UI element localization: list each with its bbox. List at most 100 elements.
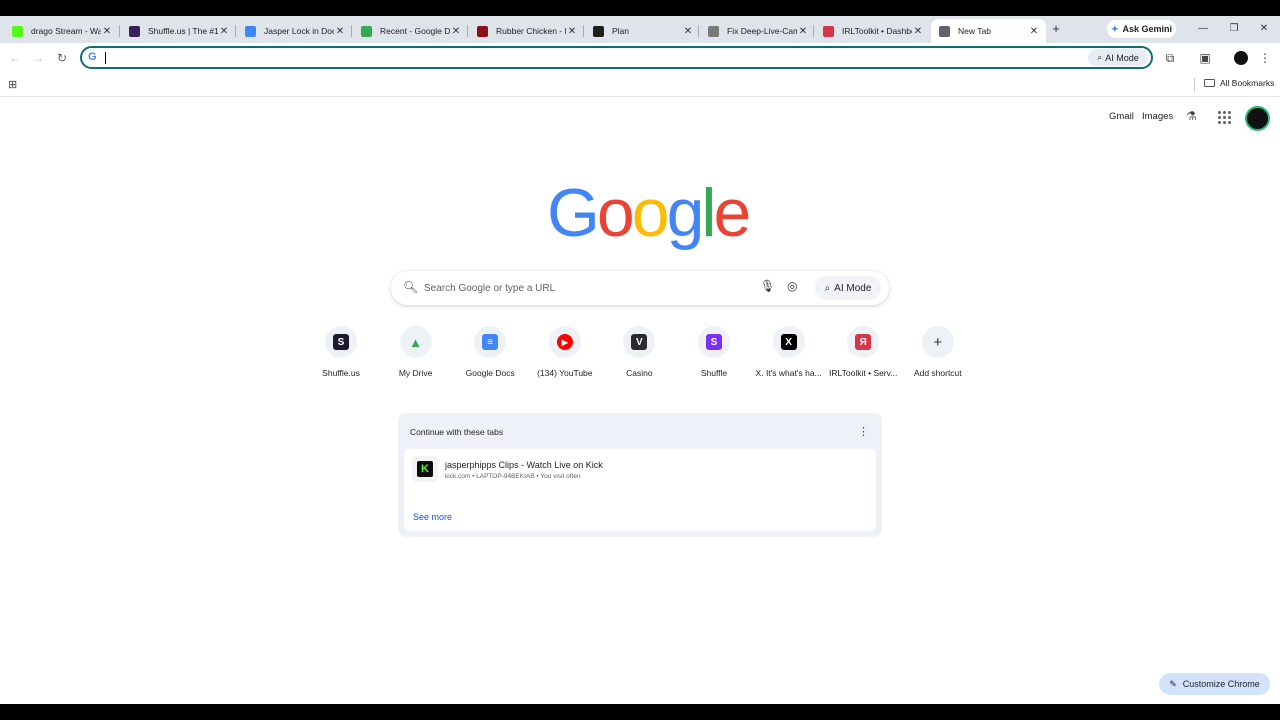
tab[interactable]: Fix Deep-Live-Cam ✕	[700, 19, 815, 43]
gmail-link[interactable]: Gmail	[1109, 111, 1134, 122]
omnibox-input[interactable]	[104, 50, 1084, 65]
tab-close-icon[interactable]: ✕	[797, 26, 809, 37]
tab-separator	[351, 25, 352, 37]
continue-tabs-list: K jasperphipps Clips - Watch Live on Kic…	[404, 449, 876, 531]
shortcut-label: IRLToolkit • Serv...	[829, 368, 898, 378]
more-options-icon[interactable]: ⋮	[858, 425, 869, 438]
tab[interactable]: IRLToolkit • Dashbo ✕	[815, 19, 930, 43]
tab-title: Jasper Lock in Doc	[264, 26, 334, 36]
kick-favicon: K	[412, 456, 438, 482]
new-tab-button[interactable]: +	[1048, 21, 1064, 37]
omnibox-ai-mode-button[interactable]: ⌕ AI Mode	[1088, 49, 1148, 66]
tab-separator	[698, 25, 699, 37]
plus-icon: +	[933, 333, 943, 351]
shortcut-tile[interactable]: S Shuffle.us	[304, 326, 378, 378]
shortcut-tile[interactable]: Я IRLToolkit • Serv...	[826, 326, 900, 378]
shortcut-tile[interactable]: V Casino	[602, 326, 676, 378]
tab[interactable]: Jasper Lock in Doc ✕	[237, 19, 352, 43]
back-button[interactable]: ←	[7, 50, 23, 66]
casino-icon: V	[631, 334, 648, 350]
tab-close-icon[interactable]: ✕	[566, 26, 578, 37]
restore-button[interactable]: ❐	[1226, 21, 1242, 37]
tab[interactable]: Plan ✕	[585, 19, 700, 43]
tab-strip: + ✦ Ask Gemini — ❐ ✕ drago Stream - Wa ✕ S…	[0, 16, 1280, 43]
apps-shortcut-icon[interactable]: ⊞	[8, 78, 17, 91]
shortcut-icon-circle: +	[921, 326, 954, 358]
google-apps-icon[interactable]	[1218, 111, 1231, 124]
forward-button[interactable]: →	[30, 50, 46, 66]
logo-letter: G	[547, 175, 600, 251]
bookmarks-divider	[1194, 78, 1195, 92]
kick-icon	[12, 25, 23, 37]
see-more-link[interactable]: See more	[413, 512, 452, 522]
logo-letter: o	[596, 175, 635, 251]
docs-icon	[245, 25, 256, 37]
tab[interactable]: Recent - Google Dr ✕	[353, 19, 468, 43]
shuffle-icon	[129, 25, 140, 37]
search-input[interactable]	[424, 280, 724, 296]
logo-letter: g	[666, 175, 705, 251]
lens-camera-icon[interactable]: ◎	[787, 279, 797, 293]
tab-title: Fix Deep-Live-Cam	[727, 26, 797, 36]
all-bookmarks-button[interactable]: All Bookmarks	[1204, 78, 1274, 88]
drive-icon	[361, 25, 372, 37]
extensions-icon[interactable]: ⧉	[1162, 50, 1178, 66]
chicken-icon	[477, 25, 488, 37]
text-caret	[105, 52, 106, 64]
search-icon: 🔍︎	[403, 280, 419, 294]
customize-chrome-button[interactable]: ✎ Customize Chrome	[1159, 673, 1270, 695]
tab-close-icon[interactable]: ✕	[101, 26, 113, 37]
search-box[interactable]: 🔍︎ 🎙︎ ◎ ⌕ AI Mode	[391, 271, 889, 305]
continue-tab-title[interactable]: jasperphipps Clips - Watch Live on Kick	[445, 460, 603, 470]
tab-search-icon[interactable]: ▣	[1197, 50, 1213, 66]
omnibox[interactable]: G ⌕ AI Mode	[80, 46, 1153, 69]
tab[interactable]: New Tab ✕	[931, 19, 1046, 43]
tab-separator	[467, 25, 468, 37]
reload-button[interactable]: ↻	[54, 50, 70, 66]
minimize-button[interactable]: —	[1195, 21, 1211, 37]
tab-close-icon[interactable]: ✕	[334, 26, 346, 37]
tab-close-icon[interactable]: ✕	[450, 26, 462, 37]
tab-title: Rubber Chicken - I	[496, 26, 566, 36]
microphone-icon[interactable]: 🎙︎	[760, 279, 775, 293]
tab[interactable]: drago Stream - Wa ✕	[4, 19, 119, 43]
ask-gemini-button[interactable]: ✦ Ask Gemini	[1107, 20, 1176, 38]
logo-letter: l	[701, 175, 716, 251]
tab[interactable]: Rubber Chicken - I ✕	[469, 19, 584, 43]
shortcut-icon-circle: Я	[847, 326, 880, 358]
tab-close-icon[interactable]: ✕	[218, 26, 230, 37]
kick-icon: K	[417, 461, 433, 477]
tab-close-icon[interactable]: ✕	[912, 26, 924, 37]
shortcut-tile[interactable]: S Shuffle	[677, 326, 751, 378]
ai-search-icon: ⌕	[1097, 52, 1103, 62]
profile-avatar[interactable]	[1234, 51, 1248, 65]
tab[interactable]: Shuffle.us | The #1 ✕	[121, 19, 236, 43]
docs-icon: ≡	[482, 334, 499, 350]
tab-title: Shuffle.us | The #1	[148, 26, 218, 36]
ai-mode-button[interactable]: ⌕ AI Mode	[815, 276, 881, 300]
menu-icon[interactable]: ⋮	[1257, 50, 1273, 66]
shortcut-tile[interactable]: + Add shortcut	[901, 326, 975, 378]
shortcut-icon-circle: X	[772, 326, 805, 358]
tab-close-icon[interactable]: ✕	[682, 26, 694, 37]
account-avatar[interactable]	[1245, 106, 1270, 131]
tab-close-icon[interactable]: ✕	[1028, 26, 1040, 37]
tab-title: drago Stream - Wa	[31, 26, 101, 36]
shortcut-icon-circle: S	[325, 326, 357, 358]
shortcut-label: Add shortcut	[913, 368, 962, 378]
shortcut-tile[interactable]: ▲ My Drive	[379, 326, 453, 378]
labs-flask-icon[interactable]: ⚗	[1186, 109, 1197, 123]
images-link[interactable]: Images	[1142, 111, 1173, 122]
chrome-icon	[939, 25, 950, 37]
ai-mode-label: AI Mode	[834, 282, 872, 294]
shortcut-tile[interactable]: X X. It's what's ha...	[752, 326, 826, 378]
omnibox-ai-mode-label: AI Mode	[1105, 52, 1139, 63]
shortcut-tile[interactable]: ▶ (134) YouTube	[528, 326, 602, 378]
irltoolkit-icon	[823, 25, 834, 37]
shortcut-tile[interactable]: ≡ Google Docs	[453, 326, 527, 378]
close-window-button[interactable]: ✕	[1256, 21, 1272, 37]
folder-icon	[1204, 79, 1215, 87]
shortcut-label: My Drive	[398, 368, 433, 378]
x-logo-icon	[593, 25, 604, 37]
ai-search-icon: ⌕	[824, 282, 831, 294]
